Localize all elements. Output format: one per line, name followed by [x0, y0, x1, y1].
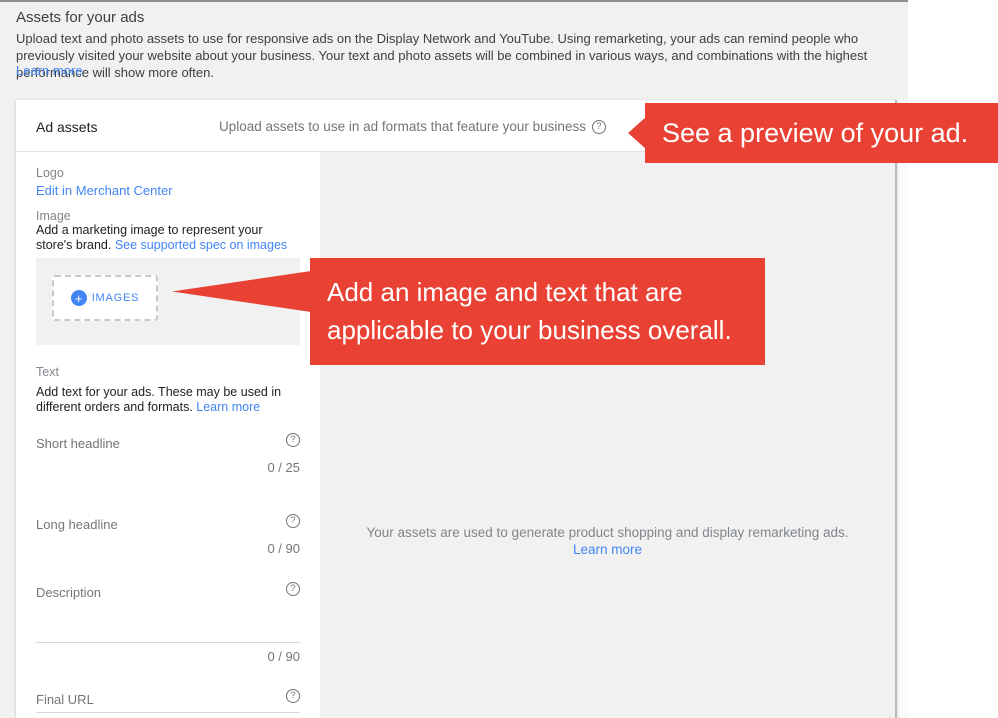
page-description: Upload text and photo assets to use for … [16, 30, 896, 81]
ad-preview-panel: Your assets are used to generate product… [320, 152, 895, 718]
image-callout-line2: applicable to your business overall. [327, 311, 765, 349]
scrollbar-track[interactable] [897, 100, 908, 718]
help-icon[interactable]: ? [286, 582, 300, 596]
text-learn-more-link[interactable]: Learn more [196, 400, 260, 414]
help-icon[interactable]: ? [286, 689, 300, 703]
help-icon[interactable]: ? [592, 120, 606, 134]
description-input[interactable] [36, 642, 300, 643]
long-headline-label: Long headline [36, 517, 118, 532]
header-learn-more-link[interactable]: Learn more [16, 63, 82, 78]
short-headline-counter: 0 / 25 [267, 460, 300, 475]
preview-callout-text: See a preview of your ad. [662, 118, 968, 149]
edit-in-merchant-center-link[interactable]: Edit in Merchant Center [36, 183, 173, 198]
add-images-button[interactable]: + IMAGES [52, 275, 158, 321]
card-subtitle-text: Upload assets to use in ad formats that … [219, 119, 586, 134]
text-label: Text [36, 365, 59, 379]
image-label: Image [36, 209, 71, 223]
panel-learn-more-link[interactable]: Learn more [573, 542, 642, 558]
asset-form: Logo Edit in Merchant Center Image Add a… [16, 152, 320, 718]
image-callout: Add an image and text that are applicabl… [310, 258, 765, 365]
assets-for-ads-page: Assets for your ads Upload text and phot… [0, 0, 998, 718]
page-header-band: Assets for your ads Upload text and phot… [0, 0, 908, 100]
card-subtitle: Upload assets to use in ad formats that … [219, 119, 606, 134]
plus-icon: + [71, 290, 87, 306]
short-headline-label: Short headline [36, 436, 120, 451]
page-left-margin [0, 100, 16, 718]
image-spec-link[interactable]: See supported spec on images [115, 238, 287, 252]
help-icon[interactable]: ? [286, 433, 300, 447]
card-body: Logo Edit in Merchant Center Image Add a… [16, 152, 895, 718]
description-label: Description [36, 585, 101, 600]
card-title: Ad assets [36, 119, 97, 135]
preview-panel-message-text: Your assets are used to generate product… [366, 525, 848, 540]
preview-callout: See a preview of your ad. [645, 103, 998, 163]
long-headline-counter: 0 / 90 [267, 541, 300, 556]
ad-assets-card: Ad assets Upload assets to use in ad for… [16, 100, 897, 718]
images-button-label: IMAGES [92, 292, 140, 304]
logo-label: Logo [36, 166, 64, 180]
help-icon[interactable]: ? [286, 514, 300, 528]
final-url-label: Final URL [36, 692, 94, 707]
page-title: Assets for your ads [16, 9, 144, 26]
image-description: Add a marketing image to represent your … [36, 223, 302, 253]
preview-panel-message: Your assets are used to generate product… [320, 525, 895, 558]
description-counter: 0 / 90 [267, 649, 300, 664]
text-description: Add text for your ads. These may be used… [36, 385, 302, 415]
image-callout-line1: Add an image and text that are [327, 273, 765, 311]
final-url-input[interactable] [36, 712, 300, 713]
